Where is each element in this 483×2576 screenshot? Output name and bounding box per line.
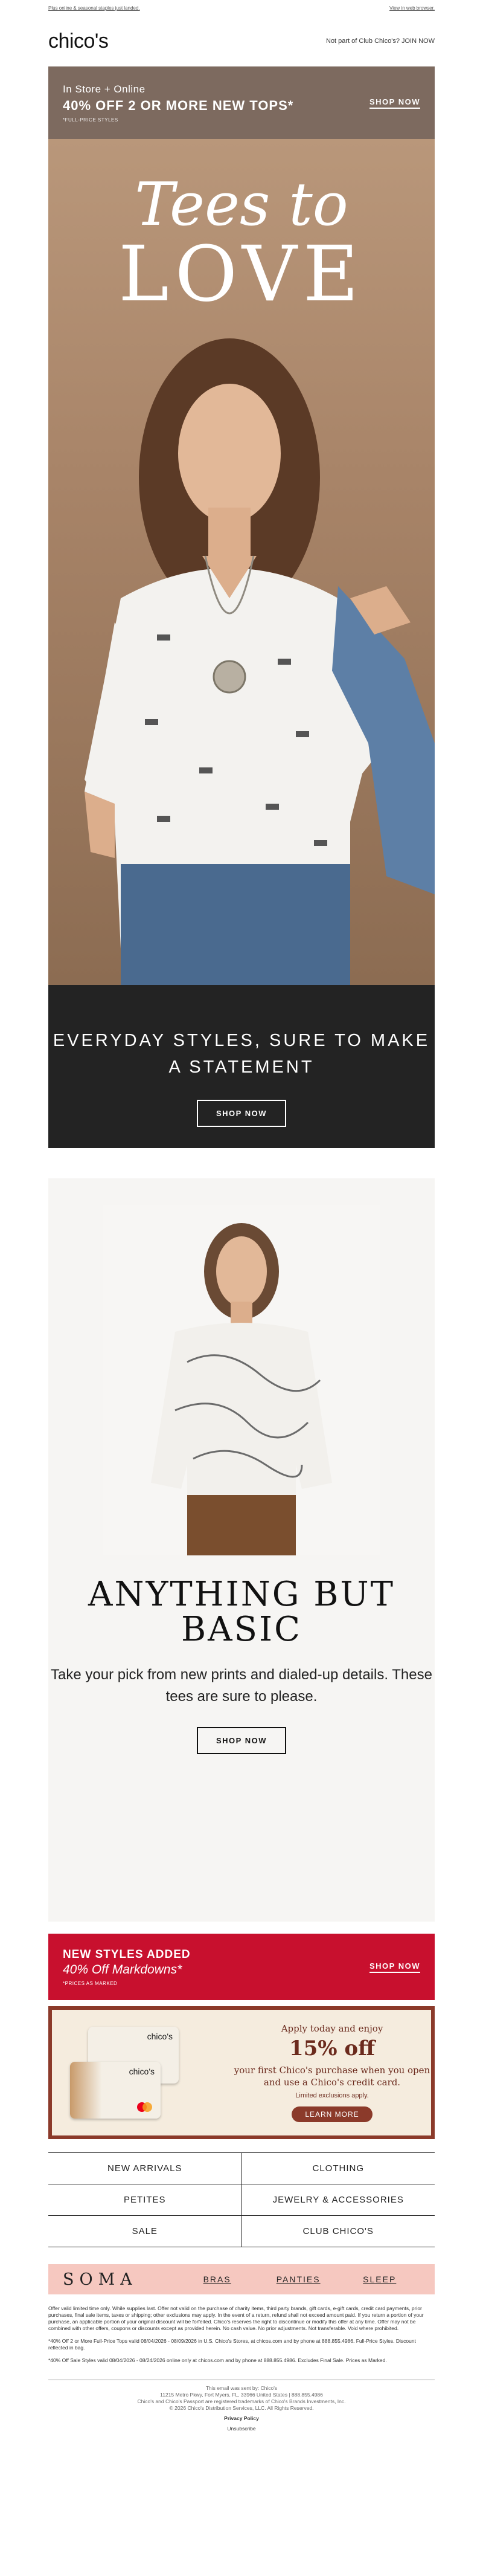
- credit-card-offer[interactable]: chico's chico's Apply today and enjoy 15…: [48, 2006, 435, 2139]
- nav-clothing[interactable]: CLOTHING: [242, 2153, 435, 2184]
- markdowns-text: NEW STYLES ADDED 40% Off Markdowns* *PRI…: [63, 1948, 191, 1986]
- promo-line1: In Store + Online: [63, 83, 146, 95]
- hero-title: Tees to LOVE: [48, 175, 435, 314]
- markdowns-disclaimer: *PRICES AS MARKED: [63, 1980, 118, 1986]
- privacy-policy-link[interactable]: Privacy Policy: [48, 2415, 435, 2422]
- credit-line1: Apply today and enjoy: [281, 2023, 383, 2034]
- hero-title-line1: Tees to: [135, 170, 348, 239]
- markdowns-shop-now-button[interactable]: SHOP NOW: [369, 1961, 420, 1973]
- promo-banner[interactable]: In Store + Online 40% OFF 2 OR MORE NEW …: [48, 66, 435, 139]
- preheader-text[interactable]: Plus online & seasonal staples just land…: [48, 5, 140, 11]
- credit-card-images: chico's chico's: [52, 2010, 233, 2135]
- legal-paragraph: Offer valid limited time only. While sup…: [48, 2305, 424, 2331]
- legal-paragraph: *40% Off Sale Styles valid 08/04/2026 - …: [48, 2357, 387, 2363]
- section2-body: Take your pick from new prints and diale…: [51, 1667, 432, 1705]
- credit-exclusions: Limited exclusions apply.: [295, 2092, 369, 2099]
- section2-shop-now-button[interactable]: SHOP NOW: [197, 1727, 286, 1754]
- join-club-link[interactable]: Not part of Club Chico's? JOIN NOW: [326, 37, 435, 45]
- promo-shop-now-button[interactable]: SHOP NOW: [369, 97, 420, 109]
- mastercard-icon: [137, 2102, 152, 2112]
- email-column: Plus online & seasonal staples just land…: [48, 0, 435, 2432]
- category-nav: NEW ARRIVALS CLOTHING PETITES JEWELRY & …: [48, 2152, 435, 2247]
- footer-line: 11215 Metro Pkwy, Fort Myers, FL, 33966 …: [160, 2392, 323, 2398]
- preheader: Plus online & seasonal staples just land…: [48, 0, 435, 16]
- credit-card-front: chico's: [70, 2062, 161, 2119]
- soma-banner: SOMA BRAS PANTIES SLEEP: [48, 2264, 435, 2294]
- view-in-browser-link[interactable]: View in web browser.: [389, 5, 435, 11]
- anything-but-basic-section: ANYTHING BUT BASIC Take your pick from n…: [48, 1178, 435, 1922]
- unsubscribe-link[interactable]: Unsubscribe: [48, 2426, 435, 2432]
- header: chico's Not part of Club Chico's? JOIN N…: [48, 16, 435, 66]
- nav-jewelry-accessories[interactable]: JEWELRY & ACCESSORIES: [242, 2184, 435, 2215]
- credit-line3: your first Chico's purchase when you ope…: [234, 2065, 430, 2088]
- legal-paragraph: *40% Off 2 or More Full-Price Tops valid…: [48, 2338, 416, 2351]
- nav-sale[interactable]: SALE: [48, 2216, 242, 2247]
- soma-logo[interactable]: SOMA: [63, 2270, 176, 2289]
- nav-club-chicos[interactable]: CLUB CHICO'S: [242, 2216, 435, 2247]
- footer-line: Chico's and Chico's Passport are registe…: [137, 2398, 346, 2404]
- product-model-illustration: [151, 1223, 332, 1555]
- markdowns-banner[interactable]: NEW STYLES ADDED 40% Off Markdowns* *PRI…: [48, 1934, 435, 2000]
- hero-shop-now-button[interactable]: SHOP NOW: [197, 1100, 286, 1127]
- soma-sleep-link[interactable]: SLEEP: [339, 2274, 420, 2284]
- footer-line: This email was sent by: Chico's: [205, 2385, 278, 2391]
- hero-band: EVERYDAY STYLES, SURE TO MAKE A STATEMEN…: [48, 985, 435, 1148]
- markdowns-line1: NEW STYLES ADDED: [63, 1948, 191, 1961]
- footer: This email was sent by: Chico's 11215 Me…: [48, 2385, 435, 2432]
- promo-text: In Store + Online 40% OFF 2 OR MORE NEW …: [63, 83, 293, 123]
- nav-petites[interactable]: PETITES: [48, 2184, 242, 2215]
- promo-headline: 40% OFF 2 OR MORE NEW TOPS*: [63, 97, 294, 113]
- credit-discount: 15% off: [289, 2036, 376, 2061]
- email-page: Plus online & seasonal staples just land…: [0, 0, 483, 2432]
- nav-row: PETITES JEWELRY & ACCESSORIES: [48, 2184, 435, 2216]
- legal-text: Offer valid limited time only. While sup…: [48, 2305, 435, 2364]
- learn-more-button[interactable]: LEARN MORE: [292, 2106, 373, 2122]
- soma-panties-link[interactable]: PANTIES: [258, 2274, 339, 2284]
- footer-line: © 2026 Chico's Distribution Services, LL…: [169, 2405, 314, 2411]
- hero-band-headline: EVERYDAY STYLES, SURE TO MAKE A STATEMEN…: [53, 1031, 430, 1077]
- product-image[interactable]: [103, 1205, 380, 1555]
- chicos-logo[interactable]: chico's: [48, 30, 109, 53]
- soma-bras-link[interactable]: BRAS: [176, 2274, 258, 2284]
- nav-new-arrivals[interactable]: NEW ARRIVALS: [48, 2153, 242, 2184]
- nav-row: NEW ARRIVALS CLOTHING: [48, 2153, 435, 2184]
- section2-headline: ANYTHING BUT BASIC: [88, 1575, 395, 1649]
- markdowns-line2: 40% Off Markdowns*: [63, 1962, 182, 1977]
- hero-image[interactable]: Tees to LOVE: [48, 139, 435, 985]
- credit-card-text: Apply today and enjoy 15% off your first…: [233, 2023, 431, 2122]
- nav-row: SALE CLUB CHICO'S: [48, 2216, 435, 2247]
- promo-disclaimer: *FULL-PRICE STYLES: [63, 117, 118, 123]
- hero-title-line2: LOVE: [118, 230, 365, 318]
